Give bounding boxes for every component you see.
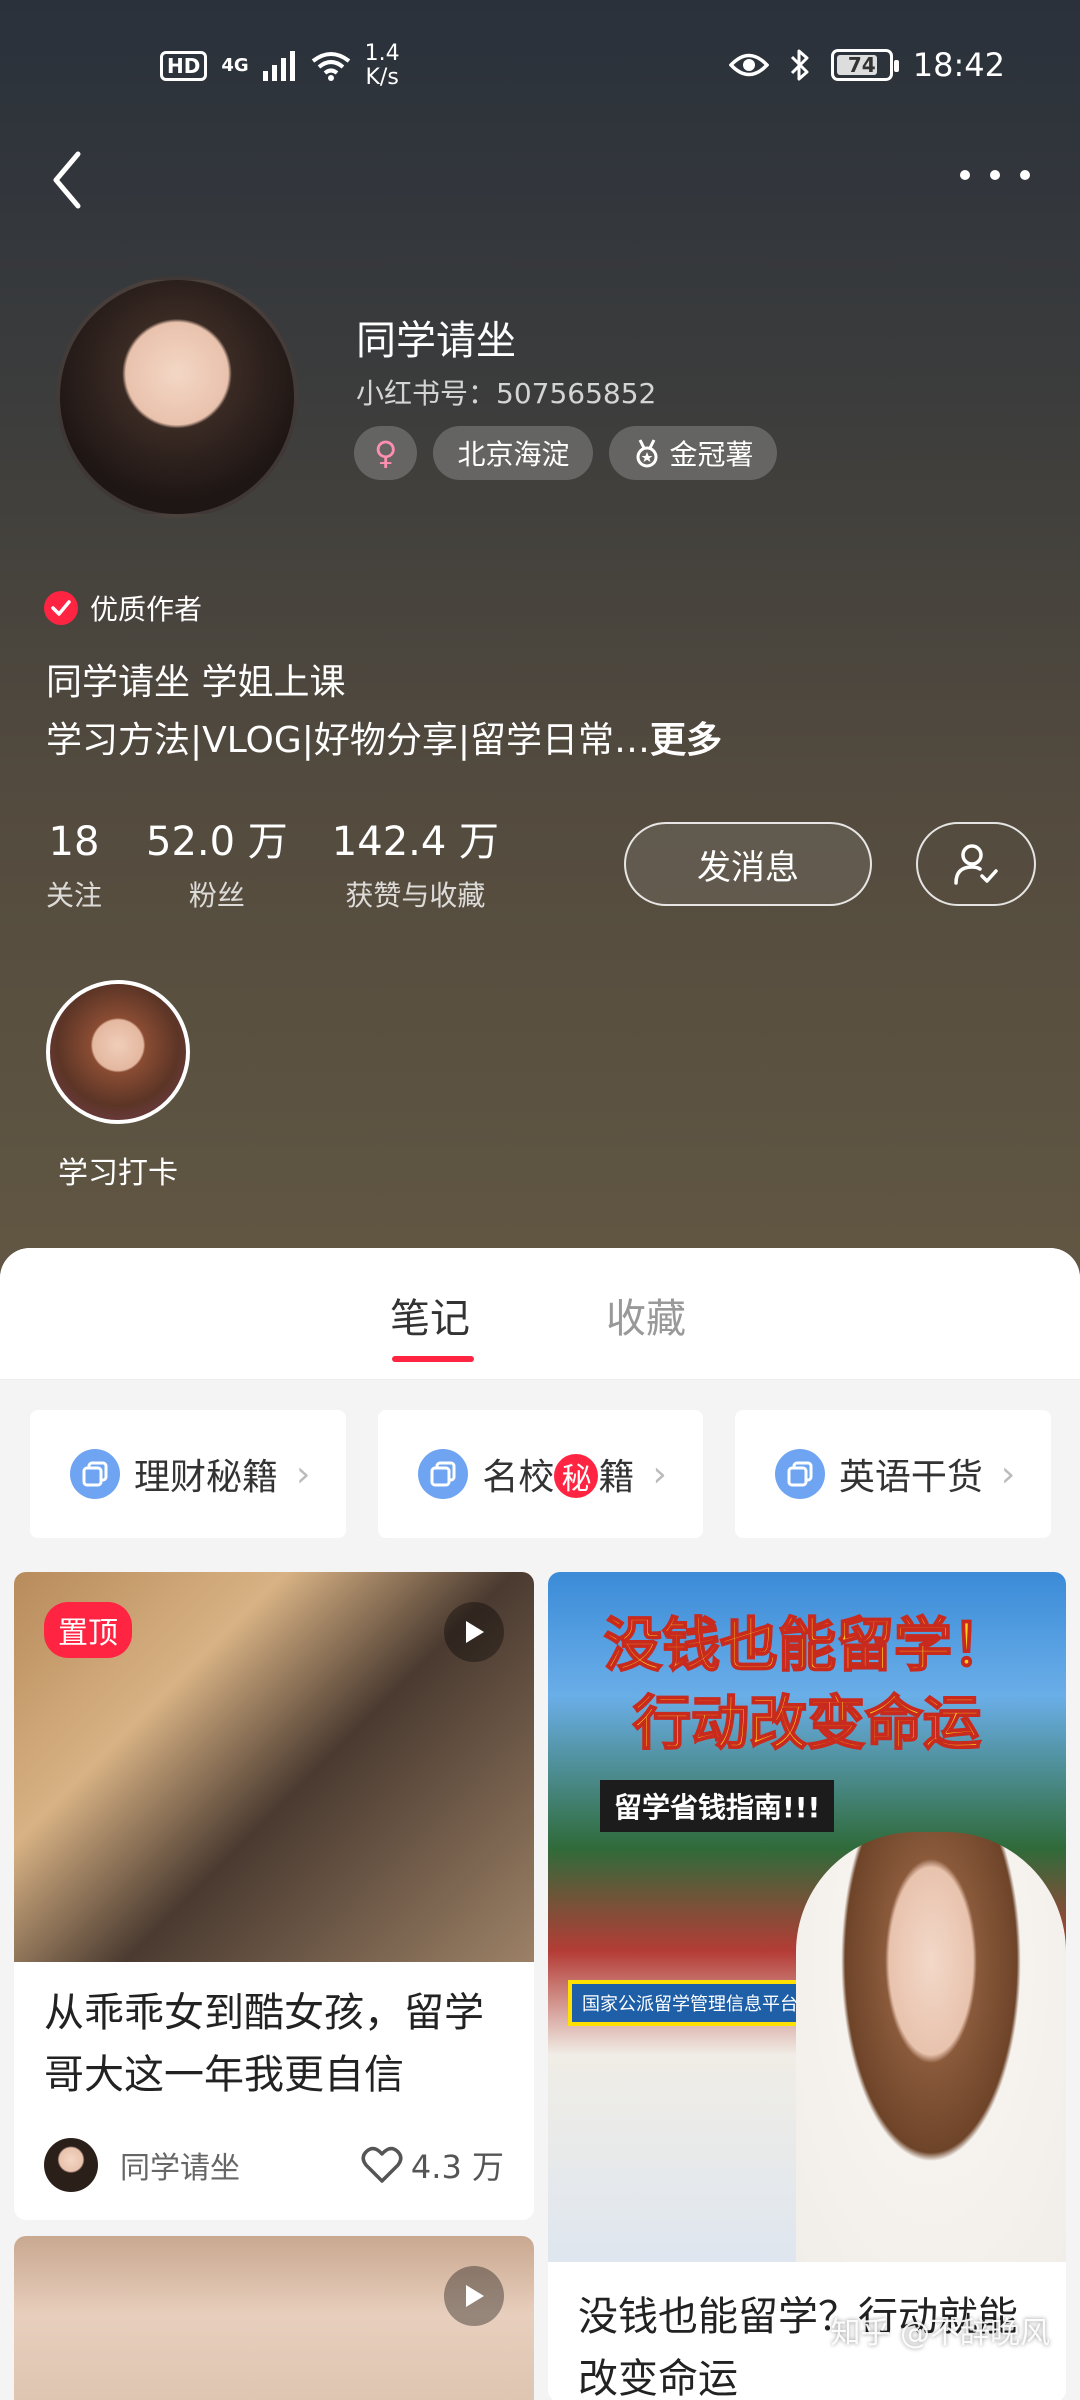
chevron-right-icon: › <box>296 1453 311 1495</box>
stat-value: 18 <box>48 819 100 865</box>
content-panel: 笔记 收藏 理财秘籍 › 名校秘籍 › 英语干货 › 置顶 从乖乖女到酷女孩，留… <box>0 1248 1080 2400</box>
watermark: 知乎 @不辞晚风 <box>830 2316 1050 2351</box>
like-button[interactable]: 4.3 万 <box>361 2142 504 2188</box>
speed-unit: K/s <box>365 65 399 90</box>
profile-nickname: 同学请坐 <box>356 318 516 364</box>
location-tag[interactable]: 北京海淀 <box>433 426 594 480</box>
profile-stats: 18 关注 52.0 万 粉丝 142.4 万 获赞与收藏 <box>46 818 499 914</box>
video-play-icon <box>444 1602 504 1662</box>
collection-label: 理财秘籍 <box>134 1457 279 1498</box>
poster-portrait <box>796 1832 1066 2262</box>
stat-label: 粉丝 <box>188 879 245 912</box>
like-count: 4.3 万 <box>410 2148 504 2186</box>
more-dot-icon <box>1020 170 1030 180</box>
stat-label: 获赞与收藏 <box>345 879 486 912</box>
collection-label-pre: 名校 <box>482 1457 555 1498</box>
back-button[interactable] <box>50 140 110 220</box>
status-left: HD 4G 1.4 K/s <box>160 42 400 90</box>
wifi-icon <box>311 52 350 81</box>
network-speed: 1.4 K/s <box>365 42 400 90</box>
bio-more-link[interactable]: 更多 <box>650 720 722 761</box>
chevron-right-icon: › <box>1000 1453 1016 1495</box>
tab-notes[interactable]: 笔记 <box>390 1286 470 1344</box>
network-type: 4G <box>221 55 249 76</box>
collection-label-post: 籍 <box>598 1457 635 1498</box>
highlight-cover <box>46 980 190 1124</box>
collection-label-secret: 秘 <box>554 1454 599 1498</box>
collection-icon <box>70 1449 120 1499</box>
collection-icon <box>418 1449 469 1499</box>
bio-line-2-text: 学习方法|VLOG|好物分享|留学日常… <box>46 720 651 761</box>
stat-value: 52.0 万 <box>146 819 288 865</box>
status-bar: HD 4G 1.4 K/s 74 18:42 <box>0 0 1080 130</box>
tab-favorites[interactable]: 收藏 <box>606 1286 686 1344</box>
clock: 18:42 <box>912 46 1005 84</box>
note-cover-image: 置顶 <box>14 1572 534 1962</box>
medal-icon <box>636 439 658 468</box>
stat-likes-favorites[interactable]: 142.4 万 获赞与收藏 <box>332 818 499 914</box>
note-card[interactable]: 置顶 从乖乖女到酷女孩，留学哥大这一年我更自信 同学请坐 4.3 万 <box>14 1572 534 2220</box>
stat-followers[interactable]: 52.0 万 粉丝 <box>146 818 288 914</box>
note-card[interactable]: 没钱也能留学！ 行动改变命运 留学省钱指南!!! 国家公派留学管理信息平台 没钱… <box>548 1572 1066 2400</box>
battery-icon: 74 <box>830 49 899 81</box>
highlight-study-checkin[interactable]: 学习打卡 <box>46 980 190 1192</box>
note-cover-image: 没钱也能留学！ 行动改变命运 留学省钱指南!!! 国家公派留学管理信息平台 <box>548 1572 1066 2262</box>
stat-value: 142.4 万 <box>331 819 500 865</box>
collection-icon <box>774 1449 825 1499</box>
female-icon: ♀ <box>374 434 398 472</box>
poster-subheadline: 行动改变命运 <box>632 1688 982 1758</box>
more-options-button[interactable] <box>960 150 1030 200</box>
note-card[interactable] <box>14 2236 534 2400</box>
profile-bio[interactable]: 同学请坐 学姐上课 学习方法|VLOG|好物分享|留学日常…更多 <box>46 654 722 770</box>
content-tabs: 笔记 收藏 <box>0 1248 1080 1380</box>
poster-headline: 没钱也能留学！ <box>603 1610 1011 1680</box>
collections-row: 理财秘籍 › 名校秘籍 › 英语干货 › <box>30 1410 1052 1538</box>
profile-id: 小红书号：507565852 <box>356 377 657 410</box>
chevron-right-icon: › <box>652 1453 667 1495</box>
bluetooth-icon <box>790 49 809 81</box>
user-check-icon <box>954 844 998 885</box>
quality-author-badge[interactable]: 优质作者 <box>44 588 202 628</box>
author-avatar[interactable] <box>44 2138 98 2192</box>
collection-label: 名校秘籍 <box>482 1448 634 1500</box>
note-title: 从乖乖女到酷女孩，留学哥大这一年我更自信 <box>44 1990 484 2098</box>
location-label: 北京海淀 <box>457 438 570 471</box>
eye-comfort-icon <box>728 53 769 77</box>
check-icon <box>44 591 78 625</box>
profile-tags: ♀ 北京海淀 金冠薯 <box>354 426 778 480</box>
note-footer: 同学请坐 4.3 万 <box>44 2138 504 2192</box>
followed-button[interactable] <box>916 822 1036 906</box>
author-name[interactable]: 同学请坐 <box>120 2143 361 2187</box>
collection-finance[interactable]: 理财秘籍 › <box>30 1410 347 1538</box>
status-right: 74 18:42 <box>728 46 1005 84</box>
battery-level: 74 <box>847 53 876 77</box>
signal-icon <box>262 51 295 81</box>
quality-author-label: 优质作者 <box>90 593 203 626</box>
active-tab-indicator <box>392 1356 474 1362</box>
gender-tag: ♀ <box>354 426 418 480</box>
profile-avatar[interactable] <box>56 276 298 518</box>
poster-tagline: 留学省钱指南!!! <box>600 1780 835 1832</box>
highlight-label: 学习打卡 <box>58 1156 178 1191</box>
pinned-badge: 置顶 <box>44 1602 132 1658</box>
hd-badge: HD <box>160 51 208 81</box>
more-dot-icon <box>960 170 970 180</box>
send-message-button[interactable]: 发消息 <box>624 822 872 906</box>
poster-banner: 国家公派留学管理信息平台 <box>568 1980 812 2026</box>
speed-value: 1.4 <box>364 41 400 66</box>
collection-english[interactable]: 英语干货 › <box>734 1410 1052 1538</box>
collection-elite-schools[interactable]: 名校秘籍 › <box>378 1410 703 1538</box>
level-badge-label: 金冠薯 <box>669 438 754 471</box>
chevron-left-icon <box>53 151 81 209</box>
stat-following[interactable]: 18 关注 <box>46 818 102 914</box>
stat-label: 关注 <box>46 879 103 912</box>
bio-line-2: 学习方法|VLOG|好物分享|留学日常…更多 <box>46 712 722 770</box>
more-dot-icon <box>990 170 1000 180</box>
note-cover-image <box>14 2236 534 2400</box>
bio-line-1: 同学请坐 学姐上课 <box>46 662 346 703</box>
level-badge-tag[interactable]: 金冠薯 <box>609 426 778 480</box>
heart-icon <box>361 2146 403 2183</box>
video-play-icon <box>444 2266 504 2326</box>
collection-label: 英语干货 <box>838 1457 983 1498</box>
